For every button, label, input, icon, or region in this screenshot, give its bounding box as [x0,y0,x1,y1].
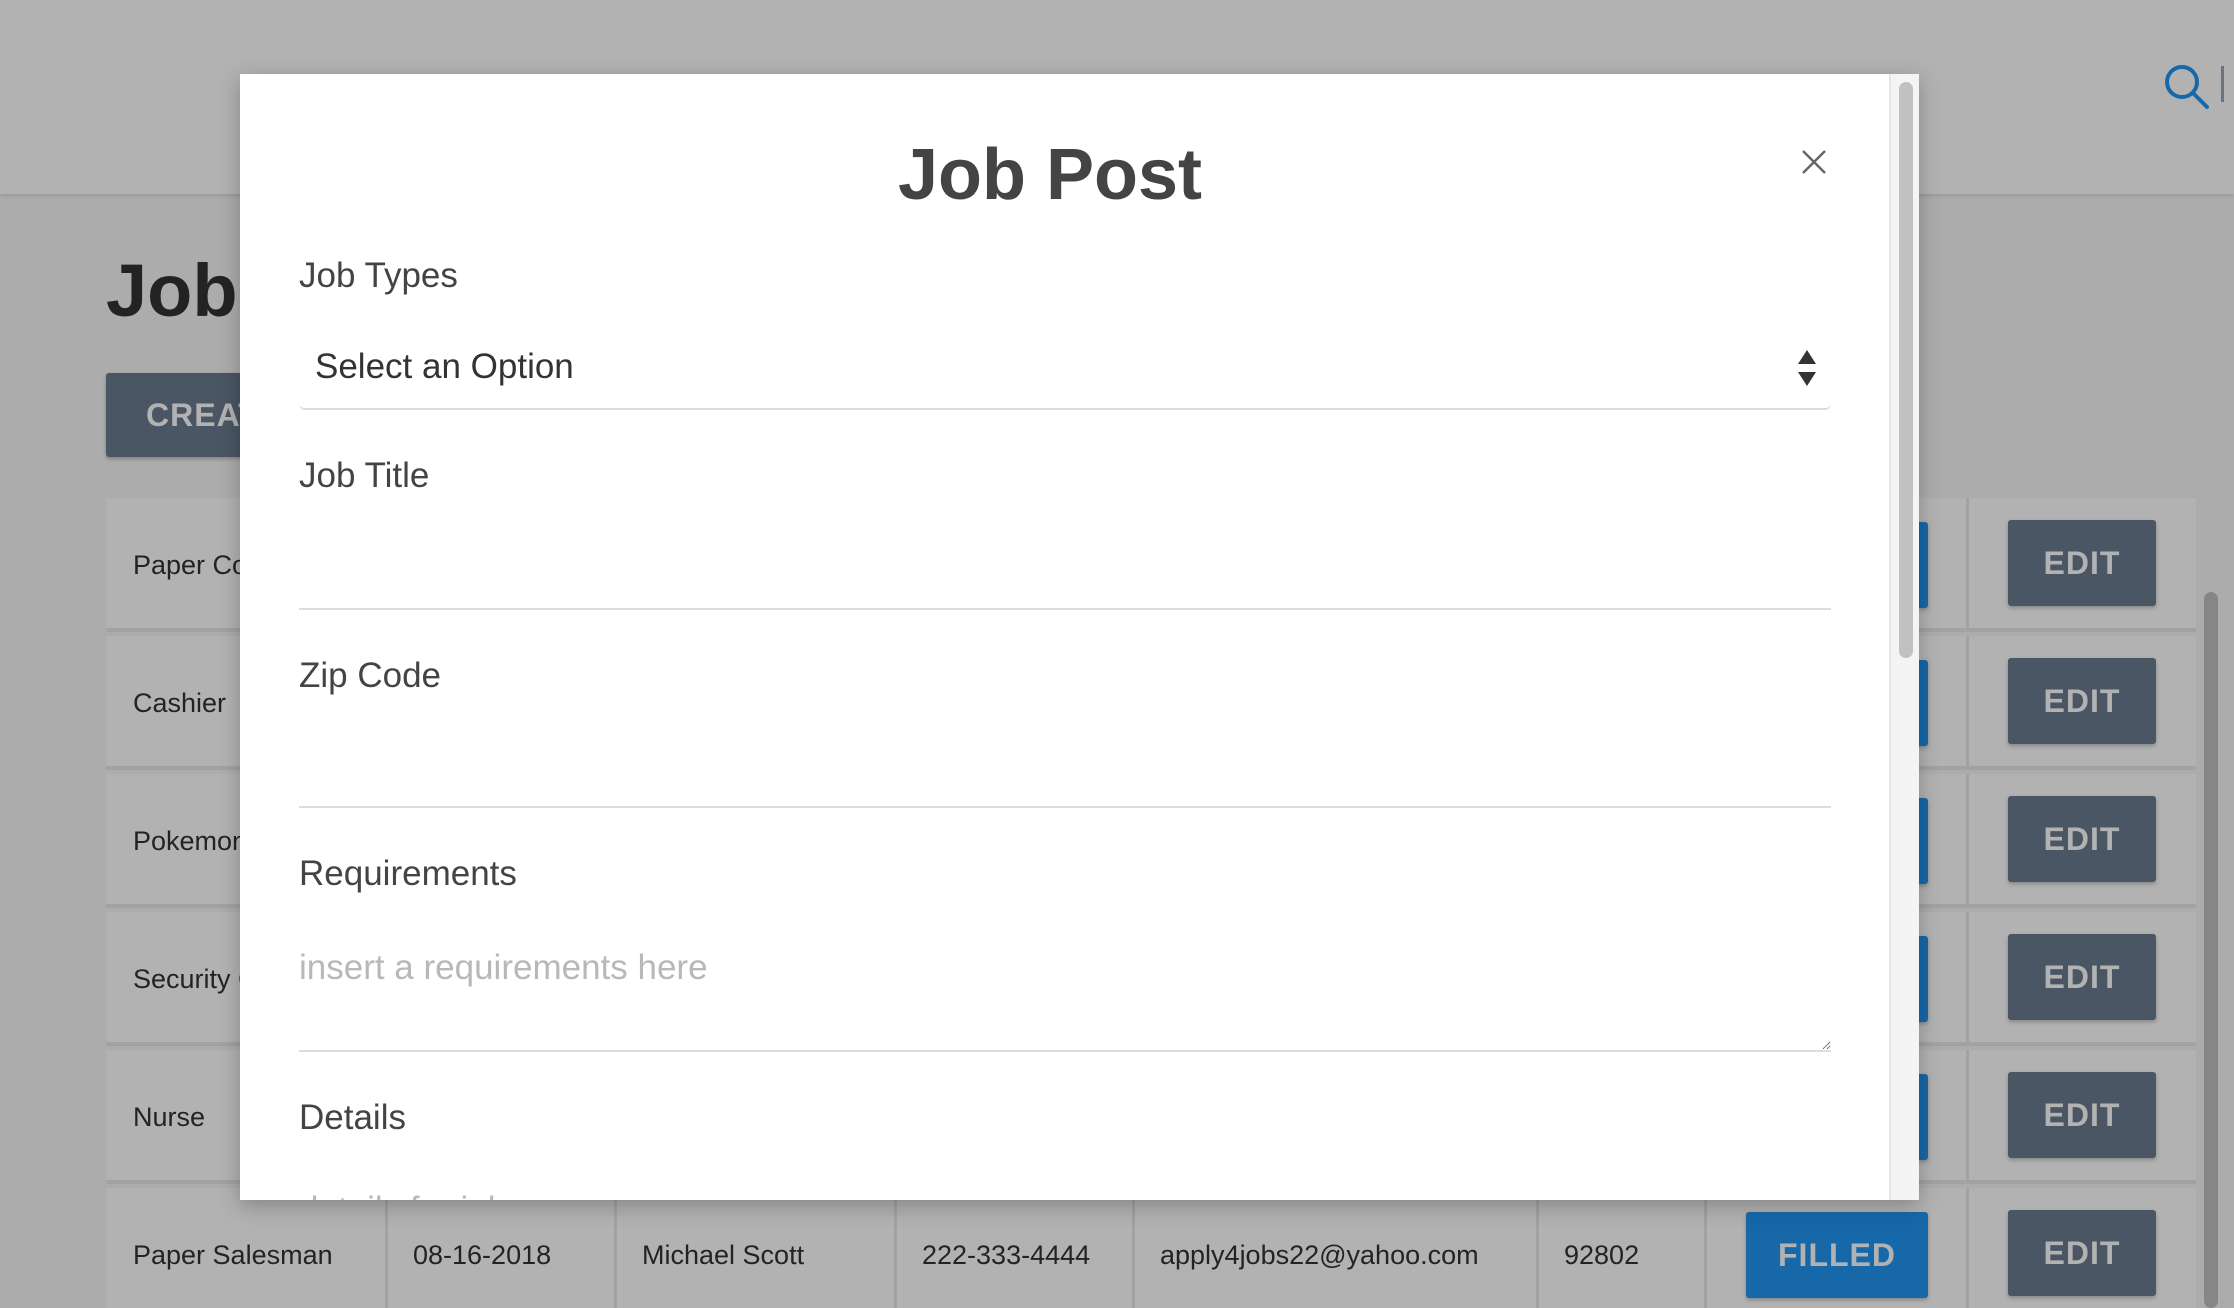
requirements-textarea[interactable] [299,936,1831,1052]
job-types-select[interactable]: Select an Option [299,324,1831,410]
job-types-selected-value: Select an Option [315,347,574,386]
job-title-input[interactable] [299,520,1831,610]
details-textarea[interactable] [299,1178,1831,1200]
modal-title: Job Post [897,135,1203,215]
modal-scrollbar-thumb[interactable] [1899,82,1913,658]
zip-code-input[interactable] [299,718,1831,808]
close-icon[interactable] [1798,146,1830,178]
details-label: Details [299,1098,406,1137]
job-title-label: Job Title [299,456,430,495]
zip-code-label: Zip Code [299,656,442,695]
select-arrows-icon [1798,350,1816,386]
requirements-label: Requirements [299,854,517,893]
job-post-modal: Job Post Job Types Select an Option Job … [240,74,1919,1200]
job-types-label: Job Types [299,256,458,295]
